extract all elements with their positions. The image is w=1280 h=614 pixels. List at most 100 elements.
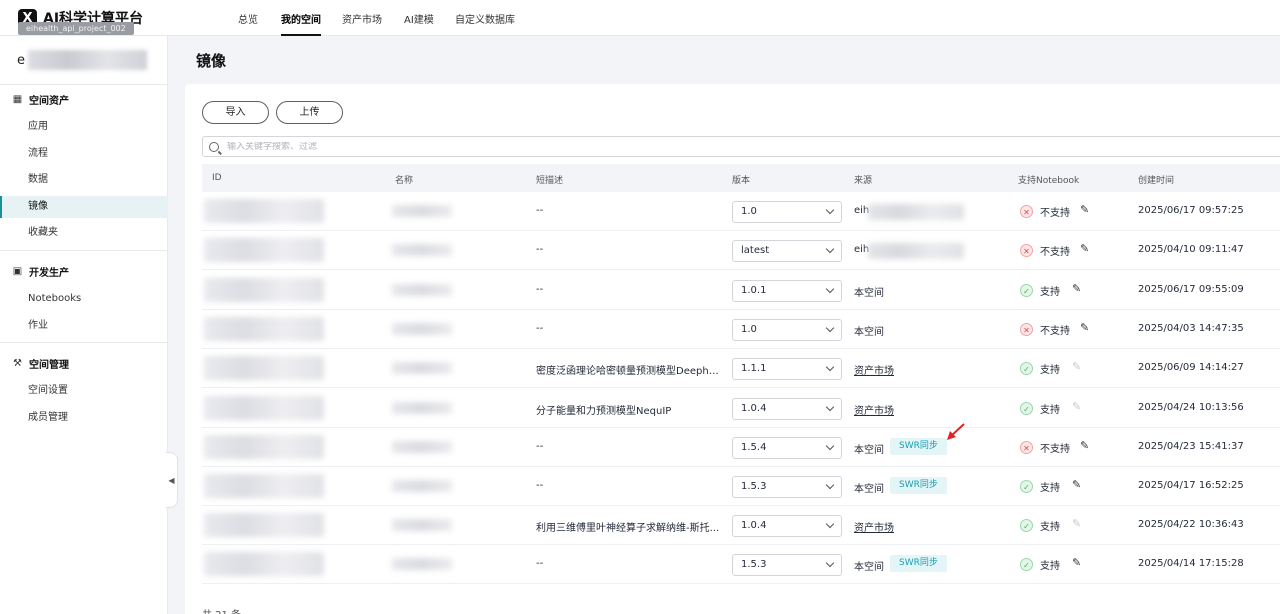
sidebar-item-apps[interactable]: 应用 [0, 116, 168, 138]
nav-custom-database[interactable]: 自定义数据库 [455, 11, 515, 26]
group-dev-production: ▣ 开发生产 [12, 264, 69, 279]
column-header-notebook-support: 支持Notebook [1018, 176, 1080, 186]
version-select[interactable]: latest [732, 240, 842, 262]
top-navigation-bar: X AI科学计算平台 eihealth_api_project_002 总览 我… [0, 0, 1280, 36]
table-row[interactable]: -- 1.5.3 本空间 SWR同步 ✓ 支持 ✎ 2025/04/17 16:52:25 [202, 467, 1280, 506]
table-row[interactable]: -- 1.5.4 本空间 SWR同步 ✕ 不支持 ✎ 2025/04/23 15:41:37 [202, 428, 1280, 467]
group-space-management: ⚒ 空间管理 [12, 356, 69, 371]
short-description: -- [536, 284, 544, 295]
edit-icon[interactable]: ✎ [1080, 204, 1092, 216]
swr-sync-badge: SWR同步 [890, 438, 947, 455]
short-description: -- [536, 558, 544, 569]
table-row[interactable]: -- 1.0 本空间 ✕ 不支持 ✎ 2025/04/03 14:47:35 [202, 310, 1280, 349]
sidebar-item-data[interactable]: 数据 [0, 169, 168, 191]
table-row[interactable]: 分子能量和力预测模型NequIP 1.0.4 资产市场 ✓ 支持 ✎ 2025/04/24 … [202, 389, 1280, 428]
created-time: 2025/06/17 09:55:09 [1138, 284, 1244, 295]
upload-button[interactable]: 上传 [276, 101, 343, 124]
chevron-down-icon [825, 441, 835, 451]
created-time: 2025/04/22 10:36:43 [1138, 519, 1244, 530]
source-link[interactable]: 资产市场 [854, 519, 894, 534]
notebook-support-status: 不支持 [1040, 444, 1070, 455]
edit-icon[interactable]: ✎ [1080, 243, 1092, 255]
edit-icon[interactable]: ✎ [1080, 440, 1092, 452]
sidebar-item-workflows[interactable]: 流程 [0, 143, 168, 165]
image-id-redacted [204, 513, 324, 537]
sidebar-item-notebooks[interactable]: Notebooks [0, 288, 168, 310]
version-value: 1.5.3 [741, 559, 767, 570]
chevron-down-icon [825, 402, 835, 412]
page-title: 镜像 [196, 52, 227, 70]
version-value: 1.0 [741, 324, 757, 335]
version-value: 1.5.3 [741, 481, 767, 492]
space-name-redacted [28, 50, 147, 70]
version-select[interactable]: 1.0 [732, 201, 842, 223]
image-id-redacted [204, 396, 324, 420]
edit-icon[interactable]: ✎ [1072, 479, 1084, 491]
sidebar-item-member-management[interactable]: 成员管理 [0, 407, 168, 429]
version-value: 1.0.4 [741, 403, 767, 414]
notebook-support-status: 支持 [1040, 561, 1060, 572]
sidebar-item-favorites[interactable]: 收藏夹 [0, 222, 168, 244]
version-value: latest [741, 245, 770, 256]
version-select[interactable]: 1.5.3 [732, 476, 842, 498]
edit-icon: ✎ [1072, 400, 1082, 413]
table-row[interactable]: -- 1.5.3 本空间 SWR同步 ✓ 支持 ✎ 2025/04/14 17:15:28 [202, 545, 1280, 584]
image-name-redacted [392, 480, 452, 492]
edit-icon[interactable]: ✎ [1080, 322, 1092, 334]
nav-asset-market[interactable]: 资产市场 [342, 11, 382, 26]
image-name-redacted [392, 205, 452, 217]
created-time: 2025/06/09 14:14:27 [1138, 362, 1244, 373]
image-name-redacted [392, 244, 452, 256]
version-value: 1.1.1 [741, 363, 767, 374]
red-arrow-annotation [947, 423, 965, 440]
column-header-description: 短描述 [536, 176, 564, 186]
table-row[interactable]: -- 1.0.1 本空间 ✓ 支持 ✎ 2025/06/17 09:55:09 [202, 271, 1280, 310]
nav-overview[interactable]: 总览 [238, 11, 258, 26]
created-time: 2025/04/24 10:13:56 [1138, 402, 1244, 413]
project-tag[interactable]: eihealth_api_project_002 [18, 22, 134, 35]
notebook-support-status: 支持 [1040, 522, 1060, 533]
table-row[interactable]: -- 1.0 eih ✕ 不支持 ✎ 2025/06/17 09:57:25 [202, 192, 1280, 231]
chevron-down-icon [825, 323, 835, 333]
notebook-support-status: 不支持 [1040, 208, 1070, 219]
check-circle-icon: ✓ [1020, 284, 1033, 297]
column-header-source: 来源 [854, 176, 873, 186]
notebook-support-status: 支持 [1040, 483, 1060, 494]
source-link[interactable]: 资产市场 [854, 402, 894, 417]
total-count: 共 21 条 [202, 606, 241, 614]
version-select[interactable]: 1.0.1 [732, 280, 842, 302]
version-select[interactable]: 1.1.1 [732, 358, 842, 380]
swr-sync-badge: SWR同步 [890, 555, 947, 572]
source-link[interactable]: 资产市场 [854, 362, 894, 377]
sidebar-item-space-settings[interactable]: 空间设置 [0, 380, 168, 402]
sidebar-item-jobs[interactable]: 作业 [0, 315, 168, 337]
search-bar[interactable] [202, 136, 1280, 157]
x-circle-icon: ✕ [1020, 205, 1033, 218]
import-button[interactable]: 导入 [202, 101, 269, 124]
table-row[interactable]: -- latest eih ✕ 不支持 ✎ 2025/04/10 09:11:47 [202, 231, 1280, 270]
search-input[interactable] [227, 141, 1127, 152]
source-text: 本空间 [854, 484, 884, 495]
nav-my-space[interactable]: 我的空间 [281, 11, 321, 36]
version-select[interactable]: 1.0 [732, 319, 842, 341]
notebook-support-status: 不支持 [1040, 247, 1070, 258]
nav-ai-modeling[interactable]: AI建模 [404, 11, 434, 26]
version-select[interactable]: 1.0.4 [732, 398, 842, 420]
short-description: 分子能量和力预测模型NequIP [536, 406, 672, 417]
version-select[interactable]: 1.0.4 [732, 515, 842, 537]
table-row[interactable]: 利用三维傅里叶神经算子求解纳维-斯托... 1.0.4 资产市场 ✓ 支持 ✎ 2025/0… [202, 506, 1280, 545]
source-redacted [868, 204, 964, 220]
created-time: 2025/04/10 09:11:47 [1138, 244, 1244, 255]
space-selector[interactable]: e [17, 50, 147, 70]
sidebar-item-images[interactable]: 镜像 [0, 196, 168, 218]
version-select[interactable]: 1.5.3 [732, 554, 842, 576]
table-header: ID 名称 短描述 版本 来源 支持Notebook 创建时间 [202, 164, 1280, 192]
group-space-assets: ▦ 空间资产 [12, 92, 69, 107]
edit-icon[interactable]: ✎ [1072, 557, 1084, 569]
short-description: -- [536, 480, 544, 491]
sidebar-collapse-button[interactable]: ◀ [166, 452, 178, 508]
group-title-label: 开发生产 [29, 268, 69, 279]
edit-icon[interactable]: ✎ [1072, 283, 1084, 295]
version-select[interactable]: 1.5.4 [732, 437, 842, 459]
table-row[interactable]: 密度泛函理论哈密顿量预测模型DeephE... 1.1.1 资产市场 ✓ 支持 ✎ 2025… [202, 349, 1280, 388]
